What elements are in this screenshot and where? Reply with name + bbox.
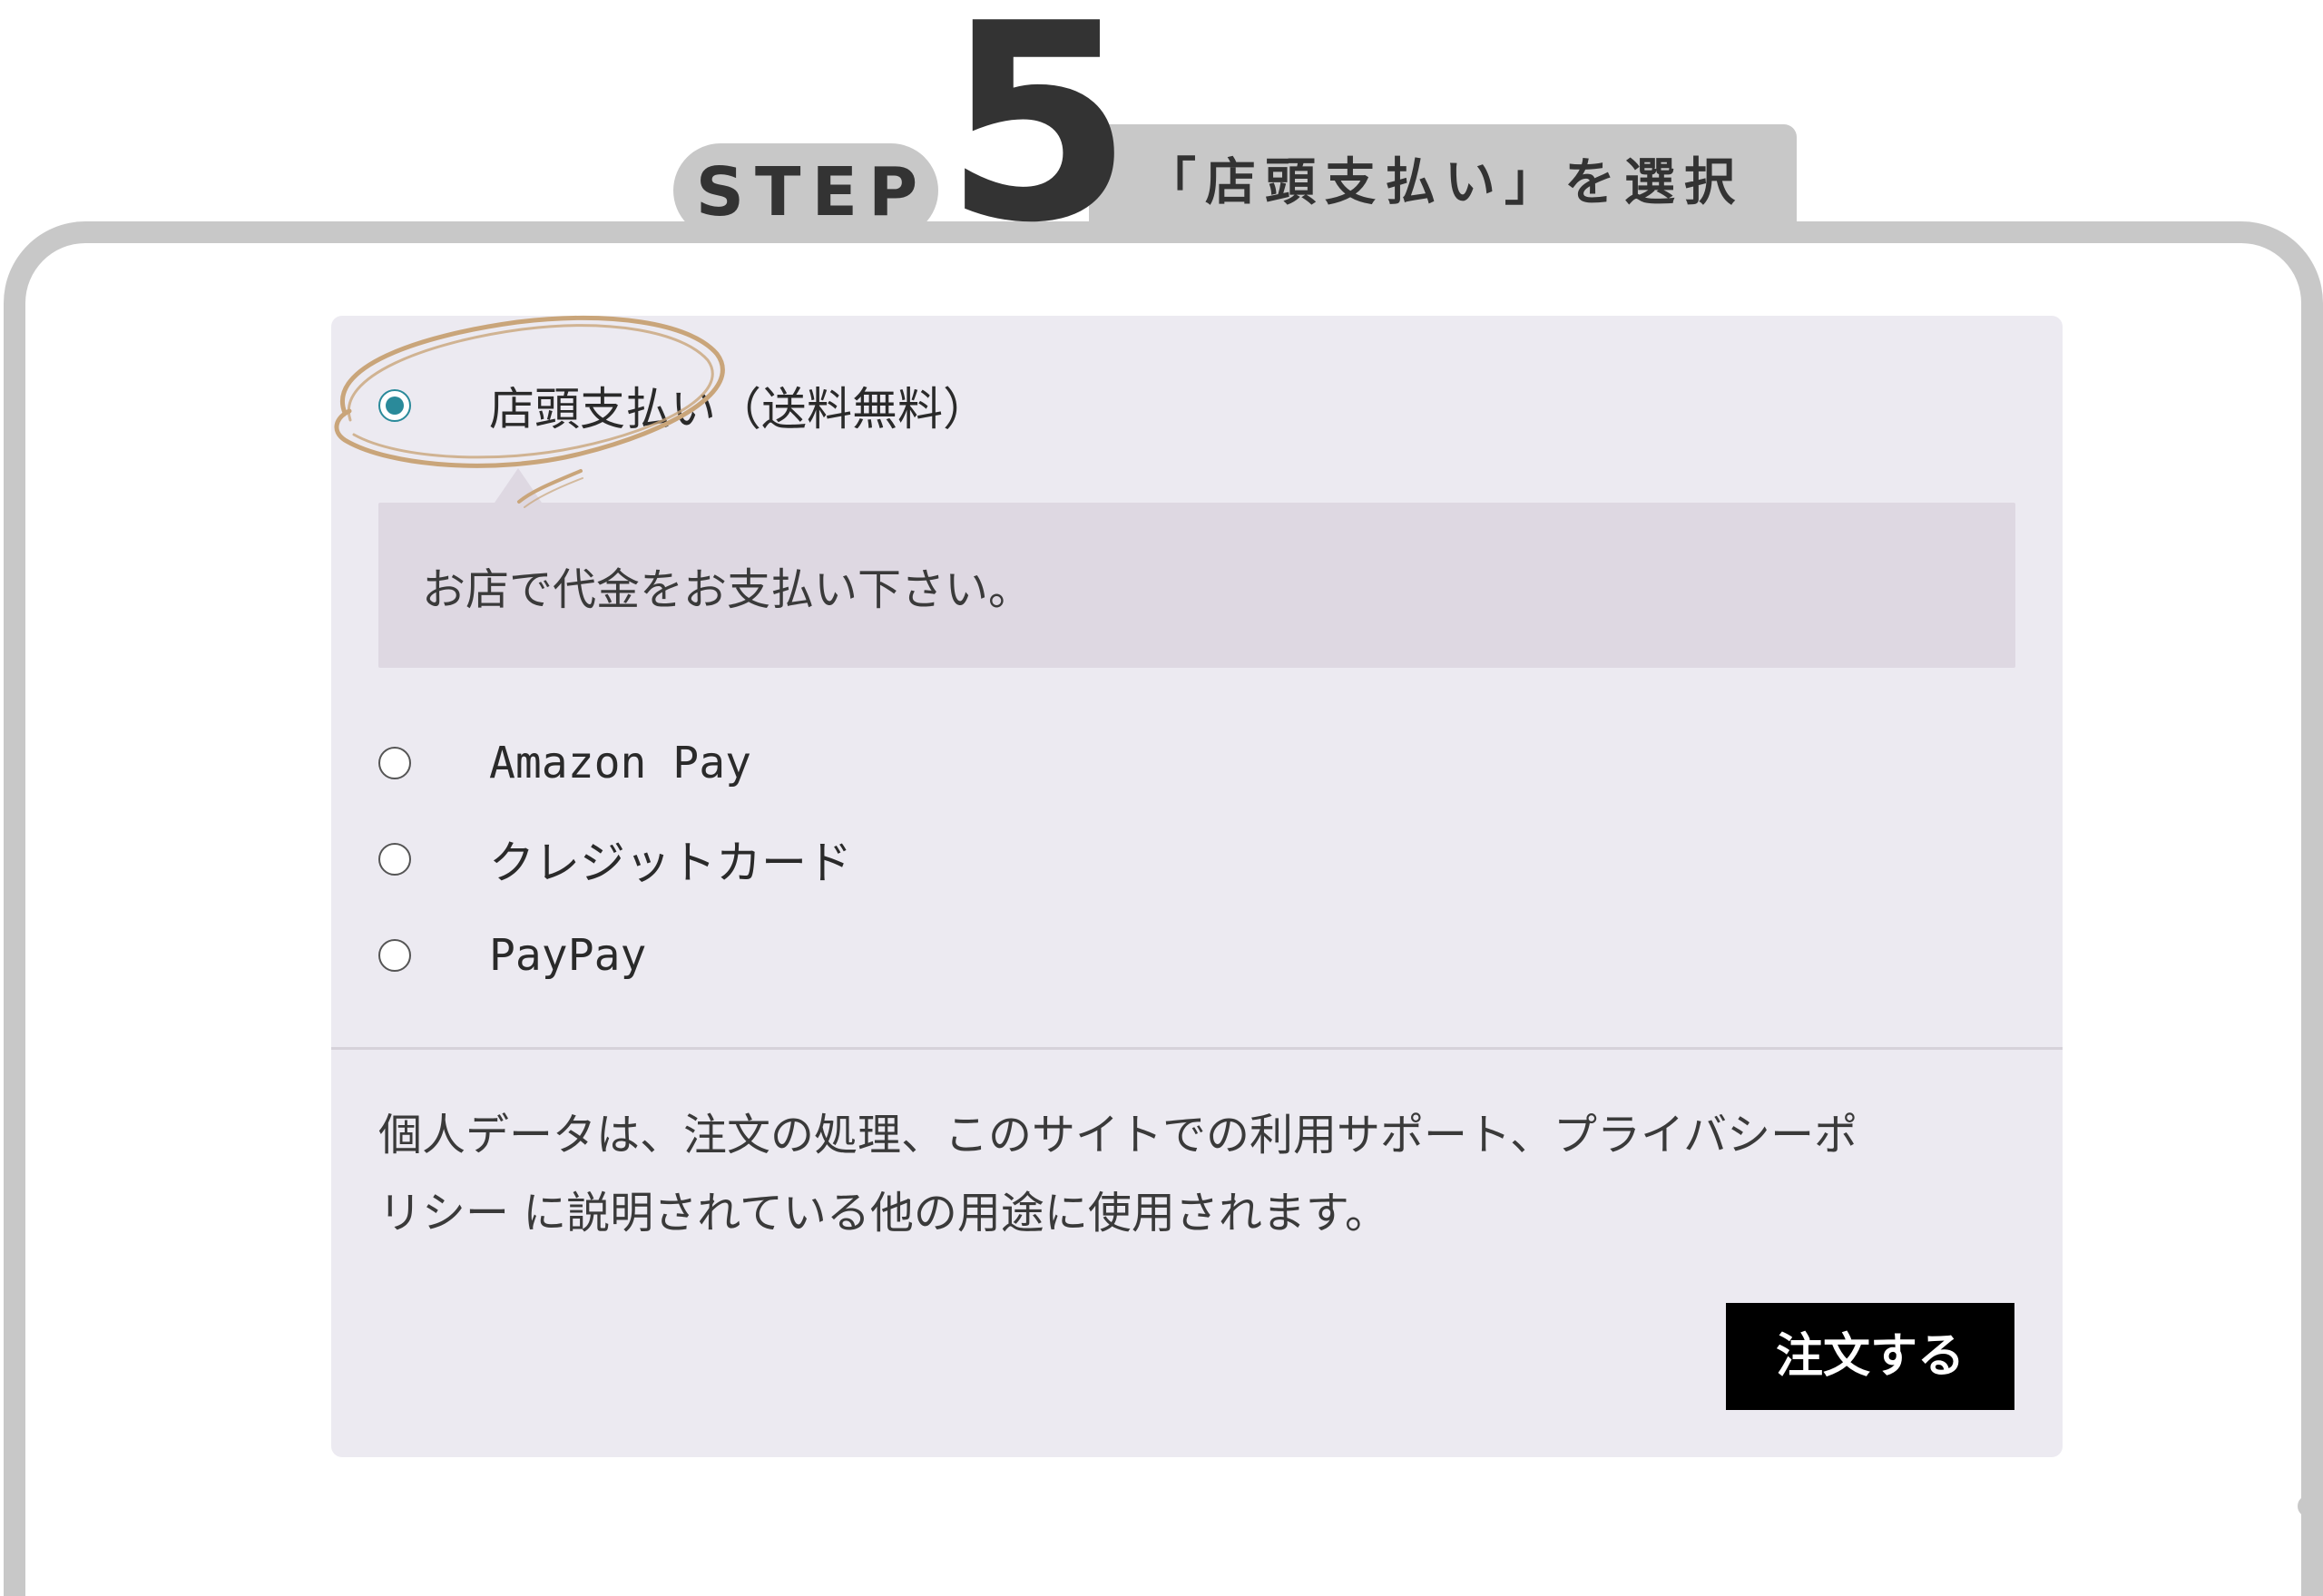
frame-end-left: [4, 1495, 25, 1517]
radio-checked-icon[interactable]: [378, 389, 411, 422]
payment-option-amazon-pay[interactable]: Amazon Pay: [378, 727, 1467, 799]
privacy-notice-line: 個人データは、注文の処理、このサイトでの利用サポート、プライバシーポ: [378, 1110, 1858, 1160]
privacy-notice-line: リシー に説明されている他の用途に使用されます。: [378, 1188, 1389, 1239]
payment-option-label: クレジットカード: [489, 837, 852, 889]
page: STEP 5 「店頭支払い」を選択 店頭支払い（送料無料） お店で代金をお支払い…: [0, 0, 2323, 1596]
payment-option-store[interactable]: 店頭支払い（送料無料）: [378, 369, 1467, 442]
step-title: 「店頭支払い」を選択: [1145, 153, 1744, 212]
payment-description-box: お店で代金をお支払い下さい。: [378, 503, 2015, 668]
radio-unchecked-icon[interactable]: [378, 843, 411, 876]
divider: [331, 1047, 2063, 1050]
description-pointer: [495, 468, 542, 503]
radio-unchecked-icon[interactable]: [378, 747, 411, 779]
frame-end-right: [2298, 1495, 2319, 1517]
payment-option-label: 店頭支払い（送料無料）: [489, 383, 988, 436]
step-number: 5: [944, 0, 1133, 282]
payment-methods-box: 店頭支払い（送料無料） お店で代金をお支払い下さい。 Amazon Pay クレ…: [331, 316, 2063, 1457]
payment-option-credit-card[interactable]: クレジットカード: [378, 823, 1467, 896]
payment-description-text: お店で代金をお支払い下さい。: [422, 564, 1033, 615]
privacy-notice: 個人データは、注文の処理、このサイトでの利用サポート、プライバシーポ リシー に…: [378, 1096, 2030, 1252]
radio-unchecked-icon[interactable]: [378, 939, 411, 972]
place-order-button[interactable]: 注文する: [1726, 1303, 2014, 1410]
payment-option-label: Amazon Pay: [489, 738, 751, 788]
payment-option-label: PayPay: [489, 930, 647, 981]
payment-option-paypay[interactable]: PayPay: [378, 919, 1467, 992]
step-label: STEP: [695, 153, 929, 231]
